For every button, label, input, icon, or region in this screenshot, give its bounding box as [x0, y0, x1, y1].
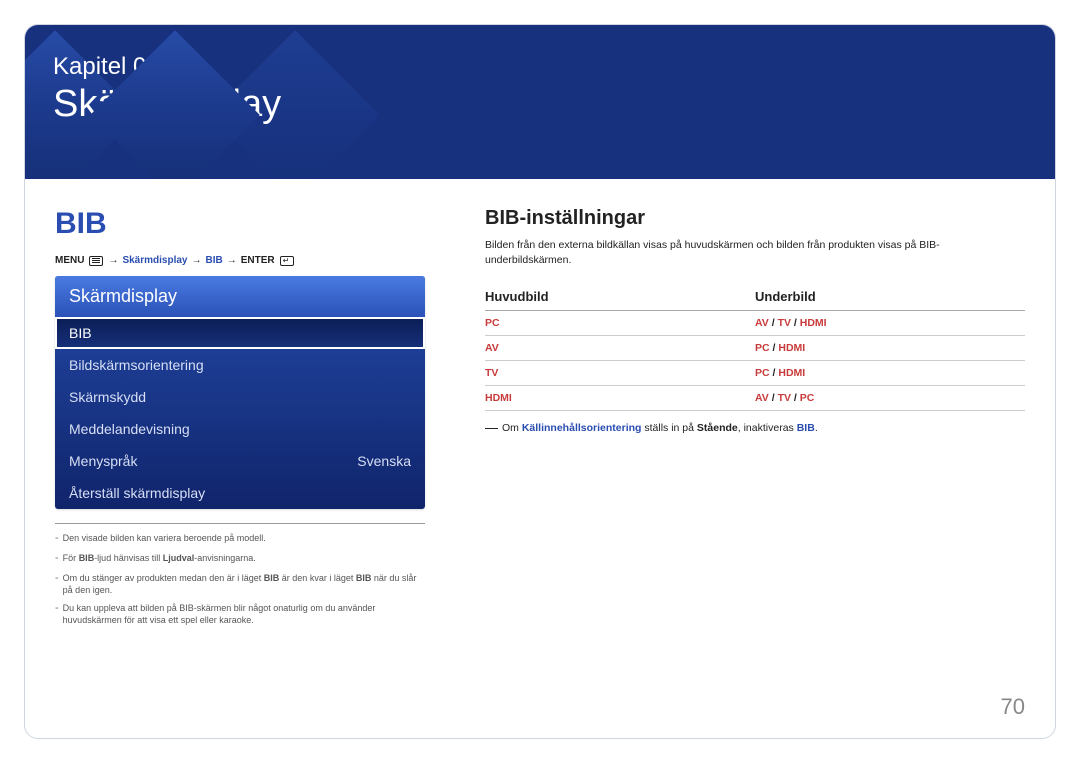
left-column: BIB MENU → Skärmdisplay → BIB → ENTER Sk…	[55, 207, 425, 632]
right-section-desc: Bilden från den externa bildkällan visas…	[485, 238, 1025, 267]
note-frag: .	[815, 422, 818, 434]
dash-icon: ―	[485, 419, 498, 437]
path-enter: ENTER	[241, 255, 275, 266]
table-cell-sub: AV / TV / PC	[755, 386, 1025, 411]
osd-item-label: Meddelandevisning	[69, 421, 190, 437]
dash-icon: -	[55, 531, 59, 546]
osd-item-value: Svenska	[357, 453, 411, 469]
footnote-text: Om du stänger av produkten medan den är …	[63, 572, 425, 596]
note-frag: Om	[502, 422, 522, 434]
osd-item-label: Bildskärmsorientering	[69, 357, 204, 373]
menu-icon	[89, 256, 103, 266]
chapter-banner: Kapitel 06 Skärmdisplay	[25, 25, 1055, 179]
arrow-icon: →	[192, 255, 202, 266]
footnote: -Den visade bilden kan variera beroende …	[55, 532, 425, 546]
path-menu: MENU	[55, 255, 84, 266]
note-bold: Stående	[697, 422, 738, 434]
right-note-text: Om Källinnehållsorientering ställs in på…	[502, 421, 818, 437]
osd-menu: Skärmdisplay BIB Bildskärmsorientering Skä…	[55, 276, 425, 509]
footnote-text: För BIB-ljud hänvisas till Ljudval-anvis…	[63, 552, 256, 566]
footnote-text: Den visade bilden kan variera beroende p…	[63, 532, 266, 546]
right-section-title: BIB-inställningar	[485, 207, 1025, 230]
table-cell-main: PC	[485, 311, 755, 336]
osd-menu-item[interactable]: Återställ skärmdisplay	[55, 477, 425, 509]
note-frag: , inaktiveras	[738, 422, 797, 434]
arrow-icon: →	[108, 255, 118, 266]
dash-icon: -	[55, 551, 59, 566]
page-frame: Kapitel 06 Skärmdisplay BIB MENU → Skärm…	[24, 24, 1056, 739]
table-cell-sub: PC / HDMI	[755, 336, 1025, 361]
note-frag: ställs in på	[641, 422, 696, 434]
note-bold: BIB	[797, 422, 815, 434]
note-bold: Källinnehållsorientering	[522, 422, 642, 434]
table-cell-main: HDMI	[485, 386, 755, 411]
footnote: -Du kan uppleva att bilden på BIB-skärme…	[55, 602, 425, 626]
footnote: -Om du stänger av produkten medan den är…	[55, 572, 425, 596]
osd-menu-item[interactable]: Skärmskydd	[55, 381, 425, 413]
table-row: TVPC / HDMI	[485, 361, 1025, 386]
path-bib: BIB	[206, 255, 223, 266]
osd-header: Skärmdisplay	[55, 276, 425, 317]
osd-item-label: Skärmskydd	[69, 389, 146, 405]
source-table: Huvudbild Underbild PCAV / TV / HDMIAVPC…	[485, 283, 1025, 411]
table-cell-main: TV	[485, 361, 755, 386]
osd-menu-item[interactable]: Meddelandevisning	[55, 413, 425, 445]
col-header-2: Underbild	[755, 283, 1025, 311]
osd-item-label: Menyspråk	[69, 453, 137, 469]
chapter-title: Skärmdisplay	[53, 83, 281, 126]
col-header-1: Huvudbild	[485, 283, 755, 311]
table-cell-main: AV	[485, 336, 755, 361]
path-skarmdisplay: Skärmdisplay	[122, 255, 187, 266]
arrow-icon: →	[227, 255, 237, 266]
osd-item-label: Återställ skärmdisplay	[69, 485, 205, 501]
osd-menu-item[interactable]: Bildskärmsorientering	[55, 349, 425, 381]
osd-menu-item[interactable]: BIB	[55, 317, 425, 349]
menu-path: MENU → Skärmdisplay → BIB → ENTER	[55, 255, 425, 266]
enter-icon	[280, 256, 294, 266]
footnote: -För BIB-ljud hänvisas till Ljudval-anvi…	[55, 552, 425, 566]
osd-menu-item[interactable]: Menyspråk Svenska	[55, 445, 425, 477]
page-number: 70	[1001, 694, 1025, 720]
chapter-label: Kapitel 06	[53, 53, 281, 81]
right-column: BIB-inställningar Bilden från den extern…	[485, 207, 1025, 632]
table-cell-sub: AV / TV / HDMI	[755, 311, 1025, 336]
title-block: Kapitel 06 Skärmdisplay	[53, 53, 281, 126]
footnotes: -Den visade bilden kan variera beroende …	[55, 523, 425, 626]
content-area: BIB MENU → Skärmdisplay → BIB → ENTER Sk…	[25, 179, 1055, 650]
table-row: PCAV / TV / HDMI	[485, 311, 1025, 336]
right-note: ― Om Källinnehållsorientering ställs in …	[485, 421, 1025, 437]
dash-icon: -	[55, 601, 59, 626]
table-row: AVPC / HDMI	[485, 336, 1025, 361]
table-cell-sub: PC / HDMI	[755, 361, 1025, 386]
footnote-text: Du kan uppleva att bilden på BIB-skärmen…	[63, 602, 425, 626]
osd-item-label: BIB	[69, 325, 92, 341]
dash-icon: -	[55, 571, 59, 596]
section-heading: BIB	[55, 207, 425, 241]
table-row: HDMIAV / TV / PC	[485, 386, 1025, 411]
